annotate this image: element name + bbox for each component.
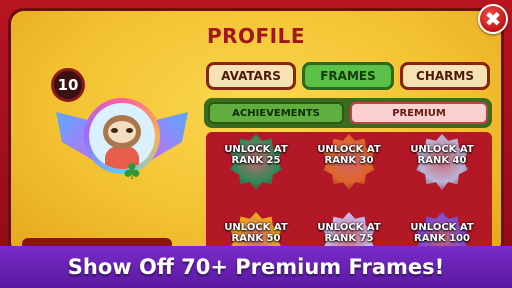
- frame-lock-label: UNLOCK AT RANK 25: [216, 144, 296, 166]
- frame-card[interactable]: UNLOCK AT RANK 25: [216, 132, 296, 196]
- frame-unlock-text: UNLOCK AT: [410, 222, 474, 233]
- frame-card[interactable]: UNLOCK AT RANK 30: [309, 132, 389, 196]
- frame-unlock-text: UNLOCK AT: [224, 144, 288, 155]
- frame-unlock-text: UNLOCK AT: [317, 144, 381, 155]
- frame-rank-text: RANK 30: [324, 155, 374, 166]
- frame-lock-label: UNLOCK AT RANK 75: [309, 222, 389, 244]
- subtab-achievements[interactable]: ACHIEVEMENTS: [208, 102, 344, 124]
- subtab-premium[interactable]: PREMIUM: [350, 102, 488, 124]
- frame-unlock-text: UNLOCK AT: [410, 144, 474, 155]
- close-button[interactable]: ✖: [478, 4, 508, 34]
- frame-lock-label: UNLOCK AT RANK 30: [309, 144, 389, 166]
- frame-lock-label: UNLOCK AT RANK 50: [216, 222, 296, 244]
- frame-rank-text: RANK 25: [231, 155, 281, 166]
- page-title: PROFILE: [206, 24, 306, 48]
- frame-rank-text: RANK 100: [414, 233, 470, 244]
- frame-lock-label: UNLOCK AT RANK 100: [402, 222, 482, 244]
- tab-charms[interactable]: CHARMS: [400, 62, 490, 90]
- sloth-eye-left: [111, 128, 118, 133]
- frame-unlock-text: UNLOCK AT: [224, 222, 288, 233]
- sloth-eye-right: [126, 128, 133, 133]
- tab-avatars[interactable]: AVATARS: [206, 62, 296, 90]
- frame-unlock-text: UNLOCK AT: [317, 222, 381, 233]
- frame-rank-text: RANK 50: [231, 233, 281, 244]
- frames-grid: UNLOCK AT RANK 25 UNLOCK AT RANK 30 UNLO…: [206, 132, 492, 256]
- frame-lock-label: UNLOCK AT RANK 40: [402, 144, 482, 166]
- promo-banner: Show Off 70+ Premium Frames!: [0, 246, 512, 288]
- subtab-bar: ACHIEVEMENTS PREMIUM: [204, 98, 492, 128]
- tab-frames[interactable]: FRAMES: [302, 62, 394, 90]
- frame-card[interactable]: UNLOCK AT RANK 40: [402, 132, 482, 196]
- clover-icon: ♣: [122, 160, 142, 185]
- frame-rank-text: RANK 40: [417, 155, 467, 166]
- frame-rank-text: RANK 75: [324, 233, 374, 244]
